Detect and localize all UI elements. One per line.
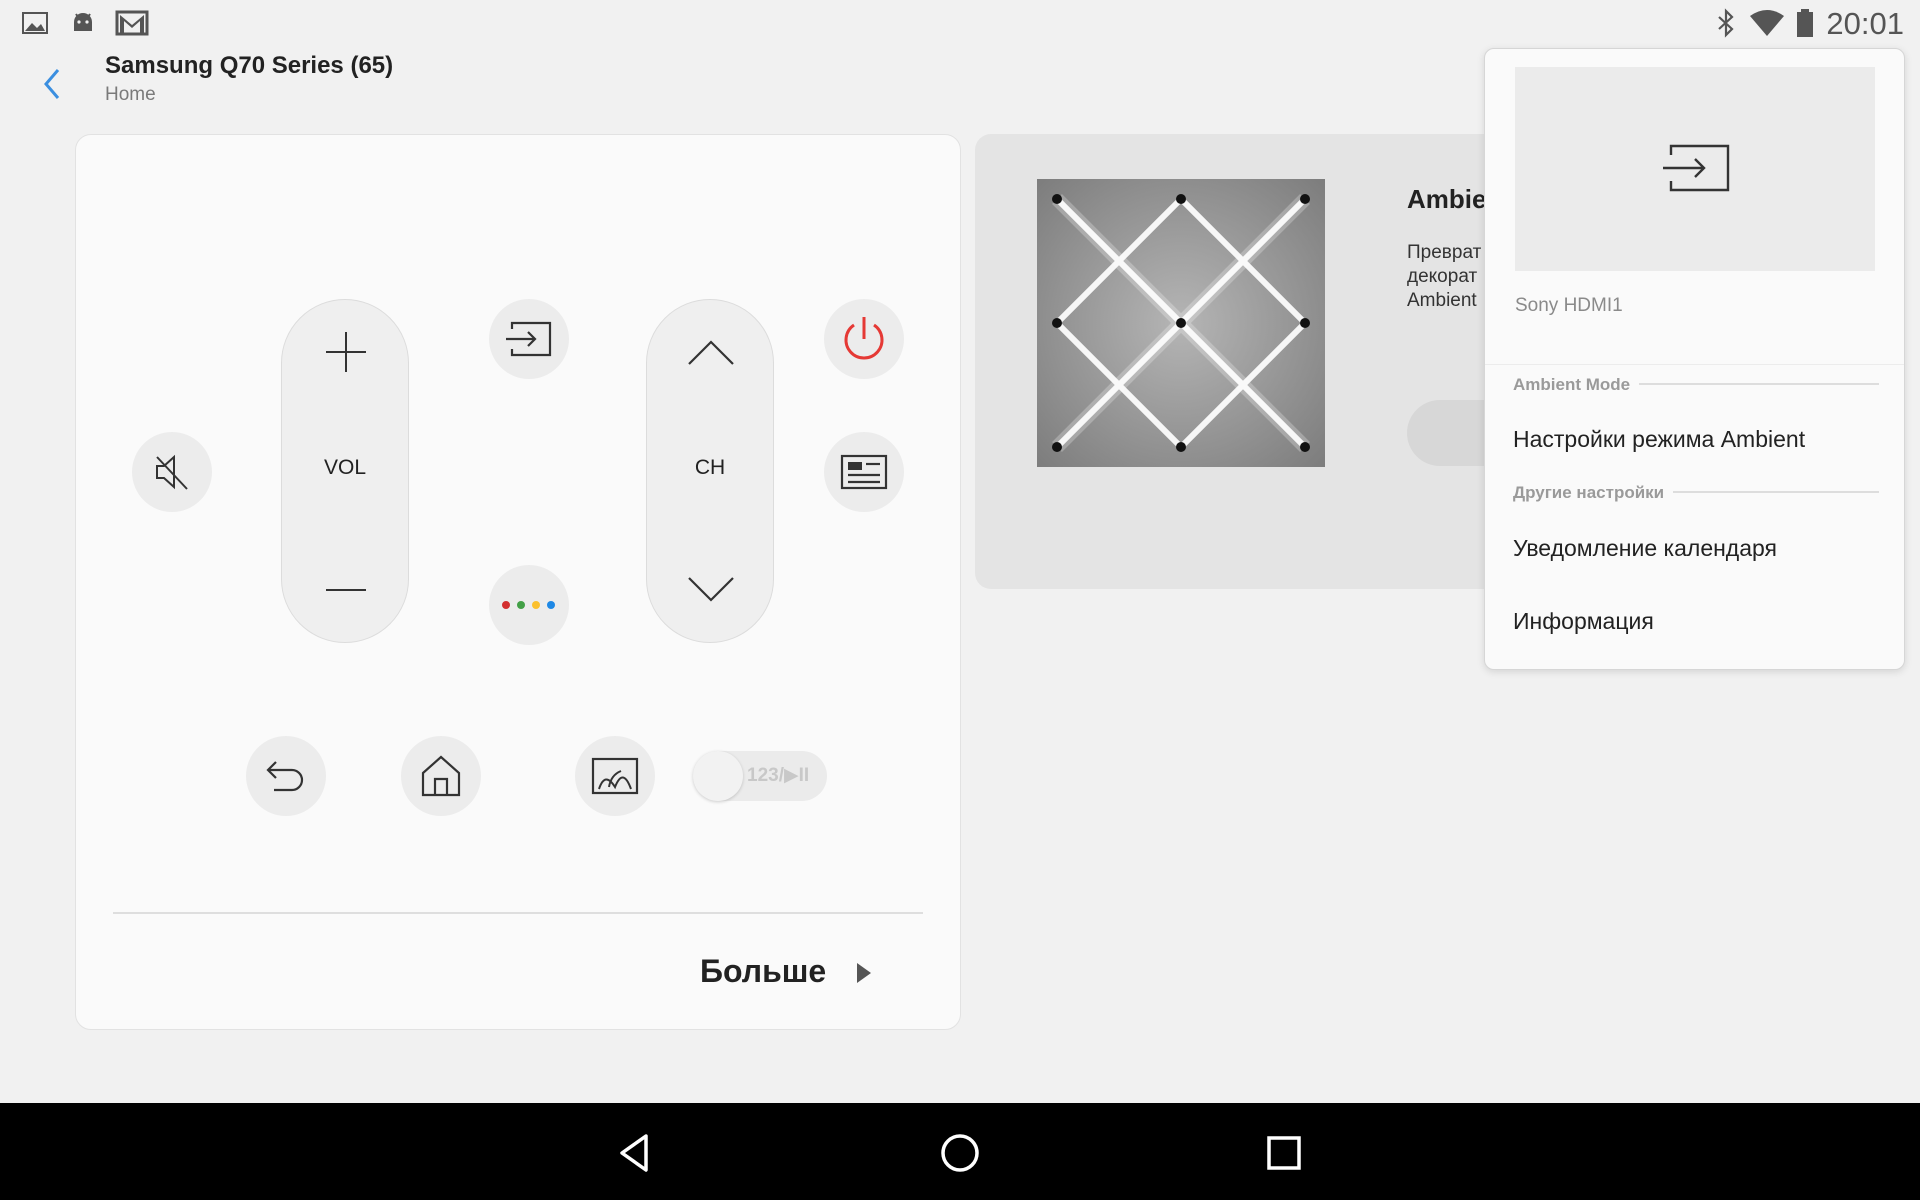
back-button[interactable] <box>36 62 70 106</box>
teletext-icon <box>840 454 888 490</box>
menu-item-calendar-notification[interactable]: Уведомление календаря <box>1513 535 1777 562</box>
wifi-icon <box>1750 10 1784 36</box>
circle-home-icon <box>941 1134 979 1172</box>
square-recents-icon <box>1267 1136 1301 1170</box>
source-input-icon <box>1663 144 1730 192</box>
section-divider <box>1639 383 1879 385</box>
ambient-pattern-image[interactable] <box>1037 179 1325 467</box>
source-input-icon <box>506 321 552 357</box>
gmail-icon <box>115 10 149 36</box>
home-icon <box>421 755 461 797</box>
navigation-bar <box>0 1103 1920 1200</box>
chevron-up-icon <box>688 340 734 365</box>
toggle-label: 123/▶II <box>747 765 810 786</box>
volume-up-button[interactable] <box>306 312 386 392</box>
battery-icon <box>1797 9 1813 37</box>
mute-button[interactable] <box>132 432 212 512</box>
return-button[interactable] <box>246 736 326 816</box>
divider <box>1485 364 1904 365</box>
power-button[interactable] <box>824 299 904 379</box>
clock: 20:01 <box>1826 6 1904 41</box>
minus-icon <box>326 589 366 591</box>
section-header-other-settings: Другие настройки <box>1513 483 1665 502</box>
volume-down-button[interactable] <box>306 550 386 630</box>
mute-icon <box>156 454 188 490</box>
ambient-frame-icon <box>591 757 639 795</box>
channel-label: CH <box>694 456 726 479</box>
divider <box>113 912 923 914</box>
source-name: Sony HDMI1 <box>1515 295 1623 316</box>
return-icon <box>266 761 304 792</box>
power-icon <box>844 317 884 360</box>
volume-label: VOL <box>323 456 367 479</box>
section-header-ambient-mode: Ambient Mode <box>1513 375 1631 394</box>
volume-rocker: VOL <box>281 299 409 643</box>
nav-back-button[interactable] <box>606 1123 666 1183</box>
guide-button[interactable] <box>824 432 904 512</box>
color-dots-icon <box>502 601 555 609</box>
gallery-icon <box>22 12 48 34</box>
android-icon <box>74 13 92 31</box>
play-arrow-icon[interactable] <box>854 961 874 985</box>
color-keys-button[interactable] <box>489 565 569 645</box>
triangle-back-icon <box>620 1134 648 1172</box>
chevron-down-icon <box>688 577 734 602</box>
page-subtitle: Home <box>105 84 156 105</box>
section-divider <box>1673 491 1879 493</box>
more-button[interactable]: Больше <box>700 953 826 990</box>
bluetooth-icon <box>1718 8 1734 38</box>
toggle-knob <box>693 751 743 801</box>
numpad-playback-toggle[interactable]: 123/▶II <box>693 751 827 801</box>
remote-card: VOL CH 123/▶II Больше <box>75 134 961 1030</box>
menu-item-information[interactable]: Информация <box>1513 608 1654 635</box>
channel-down-button[interactable] <box>671 550 751 630</box>
source-button[interactable] <box>489 299 569 379</box>
page-title: Samsung Q70 Series (65) <box>105 52 394 79</box>
nav-recents-button[interactable] <box>1254 1123 1314 1183</box>
options-popup-menu: Sony HDMI1 Ambient Mode Настройки режима… <box>1484 48 1905 670</box>
channel-up-button[interactable] <box>671 312 751 392</box>
nav-home-button[interactable] <box>930 1123 990 1183</box>
ambient-button[interactable] <box>575 736 655 816</box>
ambient-title: Ambie <box>1407 184 1487 214</box>
channel-rocker: CH <box>646 299 774 643</box>
menu-item-ambient-settings[interactable]: Настройки режима Ambient <box>1513 426 1805 453</box>
status-bar: 20:01 <box>0 0 1920 46</box>
plus-icon <box>326 332 366 372</box>
home-button[interactable] <box>401 736 481 816</box>
source-preview[interactable] <box>1515 67 1875 271</box>
